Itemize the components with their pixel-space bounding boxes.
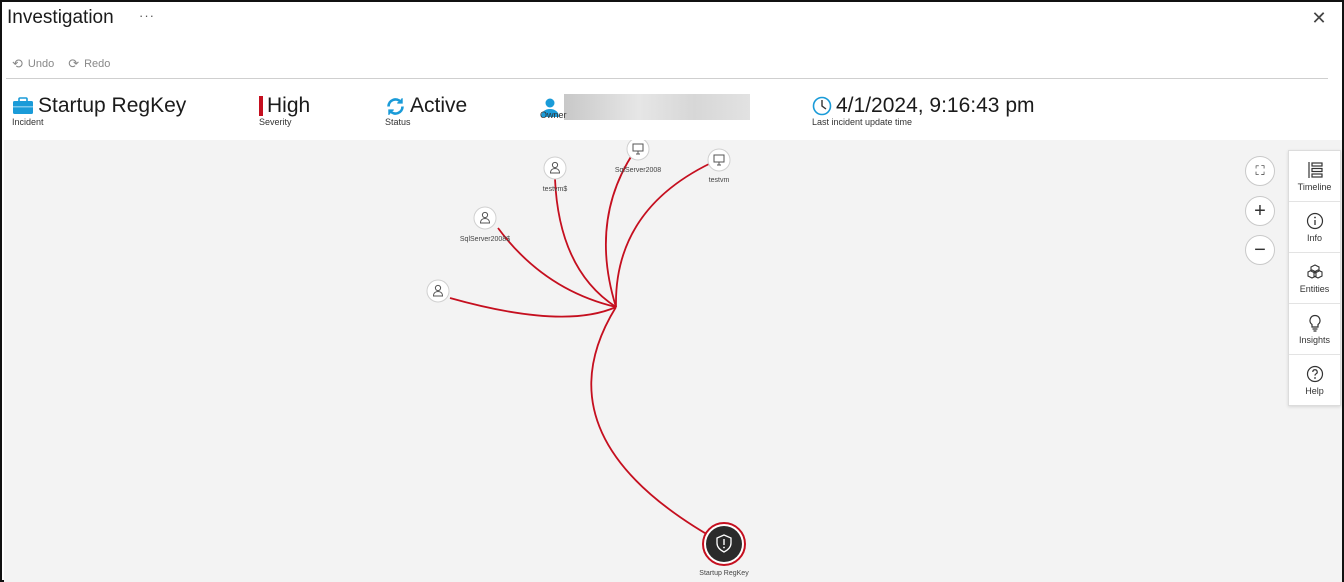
clock-icon <box>812 96 832 116</box>
insights-button[interactable]: Insights <box>1289 304 1340 355</box>
investigation-window: Investigation ··· ✕ ⟲ Undo ⟳ Redo Startu… <box>0 0 1344 582</box>
incident-label: Incident <box>12 117 44 127</box>
graph-svg: SqlServer2008$ testvm$ SqlServer2008 tes… <box>426 140 749 577</box>
info-label: Info <box>1306 232 1322 243</box>
fit-screen-icon: ⛶ <box>1255 163 1265 178</box>
graph-node-user[interactable] <box>426 279 450 303</box>
entities-button[interactable]: Entities <box>1289 253 1340 304</box>
redo-icon: ⟳ <box>68 56 80 71</box>
incident-summary-item: Startup RegKey Incident <box>12 94 186 127</box>
graph-node-user[interactable]: SqlServer2008$ <box>460 206 510 243</box>
undo-button[interactable]: ⟲ Undo <box>12 56 54 72</box>
undo-label: Undo <box>27 58 55 70</box>
graph-edge <box>590 306 725 545</box>
minus-icon: − <box>1254 238 1266 261</box>
node-label: SqlServer2008 <box>615 167 661 174</box>
updated-value: 4/1/2024, 9:16:43 pm <box>836 94 1035 117</box>
graph-edge <box>497 227 617 308</box>
severity-label: Severity <box>259 117 292 127</box>
info-icon <box>1306 212 1323 229</box>
updated-label: Last incident update time <box>812 117 913 127</box>
toolbar: ⟲ Undo ⟳ Redo <box>12 56 110 72</box>
zoom-out-button[interactable]: − <box>1245 235 1275 265</box>
status-value: Active <box>410 94 468 117</box>
node-label: testvm <box>709 177 730 184</box>
undo-icon: ⟲ <box>12 56 23 71</box>
plus-icon: + <box>1254 199 1266 222</box>
entities-label: Entities <box>1299 283 1330 294</box>
cubes-icon <box>1306 263 1323 279</box>
briefcase-icon <box>13 97 33 114</box>
more-options-button[interactable]: ··· <box>139 8 155 23</box>
timeline-label: Timeline <box>1297 181 1332 192</box>
header-divider <box>6 78 1328 79</box>
status-label: Status <box>385 117 411 127</box>
incident-name: Startup RegKey <box>38 94 187 117</box>
graph-edge <box>449 297 617 318</box>
timeline-button[interactable]: Timeline <box>1289 151 1340 202</box>
status-summary-item: Active Status <box>385 94 467 127</box>
close-button[interactable]: ✕ <box>1309 8 1329 28</box>
severity-indicator <box>259 96 263 116</box>
refresh-icon <box>387 97 404 115</box>
severity-summary-item: High Severity <box>259 94 310 127</box>
graph-edge <box>604 151 635 308</box>
investigation-graph[interactable]: SqlServer2008$ testvm$ SqlServer2008 tes… <box>4 140 1342 582</box>
redo-label: Redo <box>84 58 111 70</box>
severity-value: High <box>267 94 311 117</box>
owner-summary-item: Owner <box>540 94 750 120</box>
help-label: Help <box>1305 386 1324 396</box>
incident-summary: Startup RegKey Incident High Severity Ac… <box>2 82 1332 140</box>
info-button[interactable]: Info <box>1289 202 1340 253</box>
graph-node-computer[interactable]: testvm <box>707 148 731 184</box>
lightbulb-icon <box>1308 314 1321 332</box>
timeline-icon <box>1307 161 1323 178</box>
side-panel: Timeline Info Entities Insights Help <box>1288 150 1341 406</box>
graph-node-alert[interactable]: Startup RegKey <box>699 522 749 577</box>
graph-node-user[interactable]: testvm$ <box>543 156 568 193</box>
help-icon <box>1306 365 1323 383</box>
zoom-in-button[interactable]: + <box>1245 196 1275 226</box>
insights-label: Insights <box>1298 334 1331 345</box>
updated-summary-item: 4/1/2024, 9:16:43 pm Last incident updat… <box>812 94 1035 127</box>
fit-to-screen-button[interactable]: ⛶ <box>1245 156 1275 186</box>
page-title: Investigation <box>7 7 114 28</box>
redo-button[interactable]: ⟳ Redo <box>68 56 110 72</box>
node-label: SqlServer2008$ <box>460 236 510 243</box>
node-label: testvm$ <box>543 186 568 193</box>
owner-value-redacted <box>564 94 750 120</box>
help-button[interactable]: Help <box>1289 355 1340 406</box>
node-label: Startup RegKey <box>699 570 749 577</box>
graph-edge <box>615 162 712 308</box>
graph-node-computer[interactable]: SqlServer2008 <box>615 140 661 174</box>
